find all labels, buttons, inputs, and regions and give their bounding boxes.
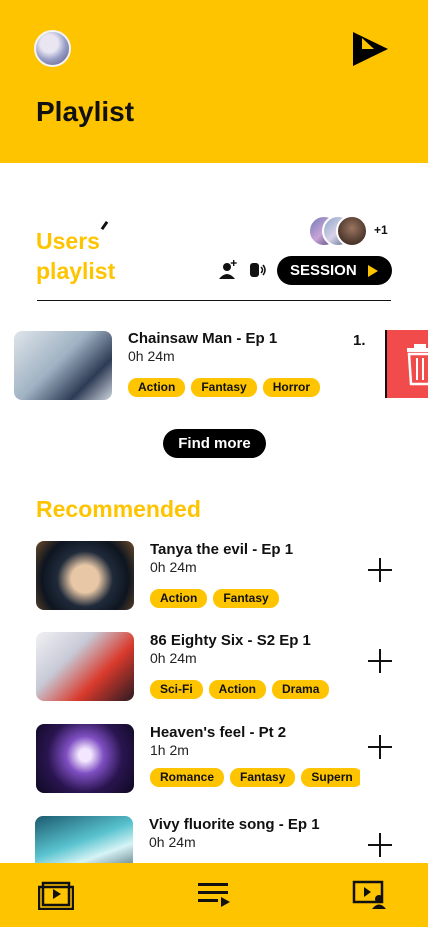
tag-list: Action Fantasy [150,589,360,608]
episode-duration: 0h 24m [150,650,197,666]
tag: Fantasy [230,768,296,787]
app-logo-play-icon[interactable] [350,30,390,68]
user-avatar [336,215,368,247]
tag: Horror [262,378,321,397]
episode-thumbnail [36,541,134,610]
playlist-rank: 1. [353,332,366,349]
add-to-playlist-button[interactable] [368,558,392,582]
episode-title: Heaven's feel - Pt 2 [150,724,287,741]
session-users-icon[interactable] [352,880,388,910]
delete-button[interactable] [385,330,428,398]
page-title: Playlist [36,96,135,127]
tag-list: Romance Fantasy Supern [150,768,360,787]
add-to-playlist-button[interactable] [368,735,392,759]
episode-thumbnail [36,632,134,701]
playlist-icon[interactable] [196,880,232,910]
find-more-button[interactable]: Find more [163,429,266,458]
session-button-label: SESSION [290,262,357,279]
extra-users-count: +1 [374,223,388,237]
tag: Action [208,680,267,699]
tag: Fantasy [213,589,279,608]
episode-duration: 0h 24m [149,834,196,850]
episode-duration: 0h 24m [150,559,197,575]
episode-thumbnail [36,724,134,793]
episode-title: Chainsaw Man - Ep 1 [128,330,278,347]
users-playlist-title: Users playlist [36,226,156,286]
episode-title: Tanya the evil - Ep 1 [150,541,294,558]
bottom-navigation [0,863,428,927]
voice-chat-icon[interactable] [248,260,268,280]
episode-title: Vivy fluorite song - Ep 1 [149,816,320,833]
tag: Supern [301,768,360,787]
profile-avatar[interactable] [34,30,71,67]
divider [37,300,391,301]
tag: Sci-Fi [150,680,203,699]
recommended-title: Recommended [36,496,201,522]
tag: Fantasy [191,378,257,397]
episode-title: 86 Eighty Six - S2 Ep 1 [150,632,311,649]
play-icon [368,265,378,277]
session-user-avatars[interactable] [308,215,374,247]
add-to-playlist-button[interactable] [368,833,392,857]
users-title-line2: playlist [36,258,116,284]
tag: Romance [150,768,225,787]
tag-list: Sci-Fi Action Drama [150,680,360,699]
episode-duration: 1h 2m [150,742,189,758]
tv-icon[interactable] [38,880,74,910]
tag: Action [128,378,186,397]
session-button[interactable]: SESSION [277,256,392,285]
episode-thumbnail [14,331,112,400]
add-user-icon[interactable] [218,259,238,281]
tag-list: Action Fantasy Horror [128,378,338,397]
users-title-line1: Users [36,228,100,254]
episode-duration: 0h 24m [128,348,175,364]
tag: Action [150,589,208,608]
add-to-playlist-button[interactable] [368,649,392,673]
trash-icon [407,344,428,386]
tag: Drama [272,680,330,699]
header: Playlist [0,0,428,163]
